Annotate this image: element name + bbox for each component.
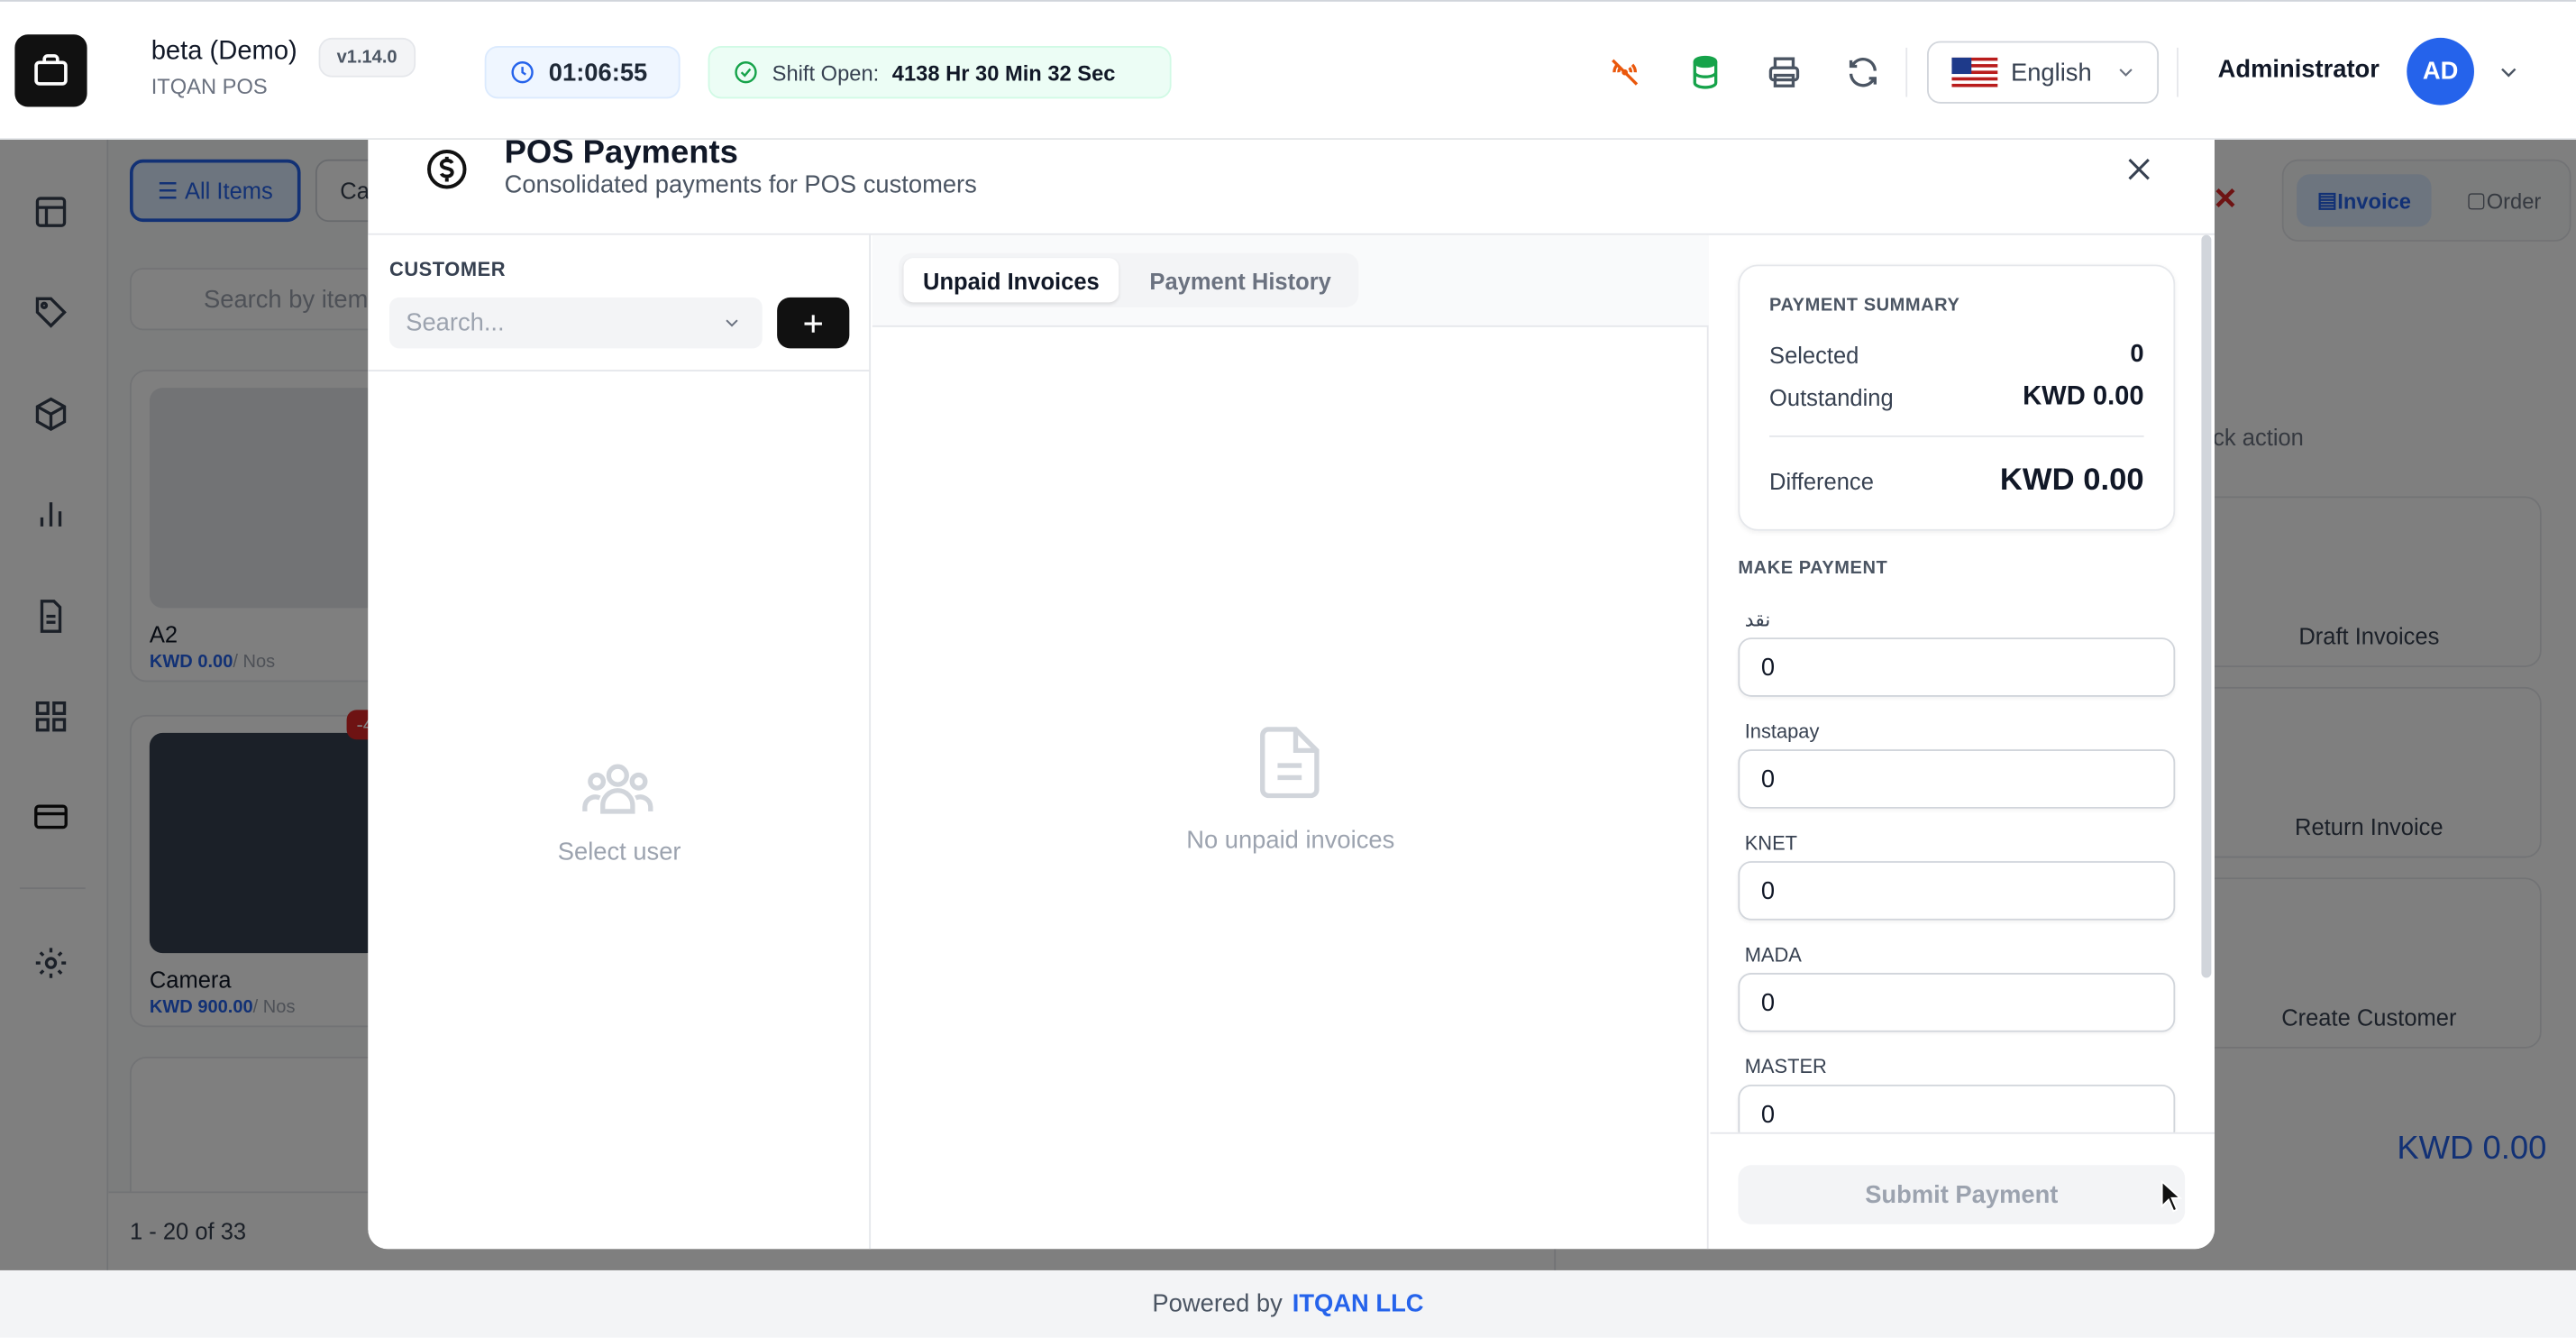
payment-method-label: MADA xyxy=(1744,943,1802,967)
select-user-text: Select user xyxy=(557,838,681,866)
mada-amount-input[interactable]: 0 xyxy=(1738,973,2176,1032)
add-customer-button[interactable] xyxy=(777,297,850,349)
close-icon[interactable] xyxy=(2123,153,2155,186)
chevron-down-icon xyxy=(2119,69,2133,77)
avatar[interactable]: AD xyxy=(2407,37,2474,105)
version-badge: v1.14.0 xyxy=(318,37,416,78)
plus-icon xyxy=(804,314,822,332)
customer-panel: CUSTOMER Search... Select user xyxy=(368,234,872,1250)
offline-signal-icon[interactable] xyxy=(1607,54,1643,90)
brand: beta (Demo) ITQAN POS xyxy=(151,38,297,98)
database-icon[interactable] xyxy=(1687,54,1723,90)
us-flag-icon xyxy=(1951,57,1998,87)
payment-scrollbar[interactable] xyxy=(2201,234,2212,978)
pos-payments-modal: POS Payments Consolidated payments for P… xyxy=(368,139,2215,1250)
user-name: Administrator xyxy=(2217,55,2380,84)
customer-search-placeholder: Search... xyxy=(406,308,505,337)
payment-method-label: KNET xyxy=(1744,831,1798,855)
shift-duration: 4138 Hr 30 Min 32 Sec xyxy=(891,60,1116,85)
users-group-icon xyxy=(582,764,653,814)
summary-selected-row: Selected 0 xyxy=(1769,340,2144,369)
divider xyxy=(1769,435,2144,437)
payment-method-label: نقد xyxy=(1744,608,1771,631)
check-circle-icon xyxy=(735,61,757,84)
empty-document-icon xyxy=(1260,727,1320,799)
tab-payment-history[interactable]: Payment History xyxy=(1128,258,1352,302)
shift-status: Shift Open: 4138 Hr 30 Min 32 Sec xyxy=(708,46,1172,99)
modal-title: POS Payments xyxy=(504,139,738,171)
divider xyxy=(1905,47,1908,97)
make-payment-label: MAKE PAYMENT xyxy=(1738,558,1888,579)
modal-header: POS Payments Consolidated payments for P… xyxy=(368,140,2215,235)
session-timer: 01:06:55 xyxy=(484,46,681,99)
language-selector[interactable]: English xyxy=(1927,41,2160,104)
payment-panel: PAYMENT SUMMARY Selected 0 Outstanding KWD… xyxy=(1710,235,2215,1250)
company-name: ITQAN POS xyxy=(151,74,268,99)
summary-heading: PAYMENT SUMMARY xyxy=(1769,296,1960,316)
customer-search-select[interactable]: Search... xyxy=(388,297,763,349)
invoice-tabs: Unpaid Invoices Payment History xyxy=(899,252,1359,307)
divider xyxy=(368,370,872,371)
payment-method-label: Instapay xyxy=(1744,719,1820,743)
dollar-circle-icon xyxy=(427,150,467,189)
clock-icon xyxy=(511,61,534,84)
modal-subtitle: Consolidated payments for POS customers xyxy=(504,170,977,199)
language-label: English xyxy=(2010,58,2092,87)
footer: Powered by ITQAN LLC xyxy=(0,1269,2576,1338)
powered-by-text: Powered by xyxy=(1152,1289,1283,1318)
user-menu-chevron-icon[interactable] xyxy=(2496,60,2522,86)
knet-amount-input[interactable]: 0 xyxy=(1738,861,2176,921)
instapay-amount-input[interactable]: 0 xyxy=(1738,749,2176,809)
empty-message: No unpaid invoices xyxy=(1186,826,1395,855)
cash-amount-input[interactable]: 0 xyxy=(1738,637,2176,697)
timer-value: 01:06:55 xyxy=(548,58,648,87)
refresh-icon[interactable] xyxy=(1845,54,1881,90)
company-link[interactable]: ITQAN LLC xyxy=(1293,1290,1424,1318)
chevron-down-icon xyxy=(726,319,738,327)
submit-payment-button[interactable]: Submit Payment xyxy=(1738,1165,2186,1224)
app-name: beta (Demo) xyxy=(151,37,297,66)
top-bar: beta (Demo) ITQAN POS v1.14.0 01:06:55 S… xyxy=(0,0,2576,140)
payment-summary-card: PAYMENT SUMMARY Selected 0 Outstanding KWD… xyxy=(1738,264,2176,531)
invoices-panel: Unpaid Invoices Payment History No unpai… xyxy=(872,234,1709,1250)
shift-label: Shift Open: xyxy=(772,60,880,85)
summary-difference-row: Difference KWD 0.00 xyxy=(1769,463,2144,499)
briefcase-logo-icon xyxy=(14,34,87,107)
tab-unpaid-invoices[interactable]: Unpaid Invoices xyxy=(903,258,1119,303)
printer-icon[interactable] xyxy=(1766,54,1802,90)
divider xyxy=(2177,47,2179,97)
mouse-cursor-icon xyxy=(2160,1179,2183,1213)
customer-label: CUSTOMER xyxy=(388,258,507,281)
summary-outstanding-row: Outstanding KWD 0.00 xyxy=(1769,382,2144,411)
payment-method-label: MASTER xyxy=(1744,1055,1827,1078)
